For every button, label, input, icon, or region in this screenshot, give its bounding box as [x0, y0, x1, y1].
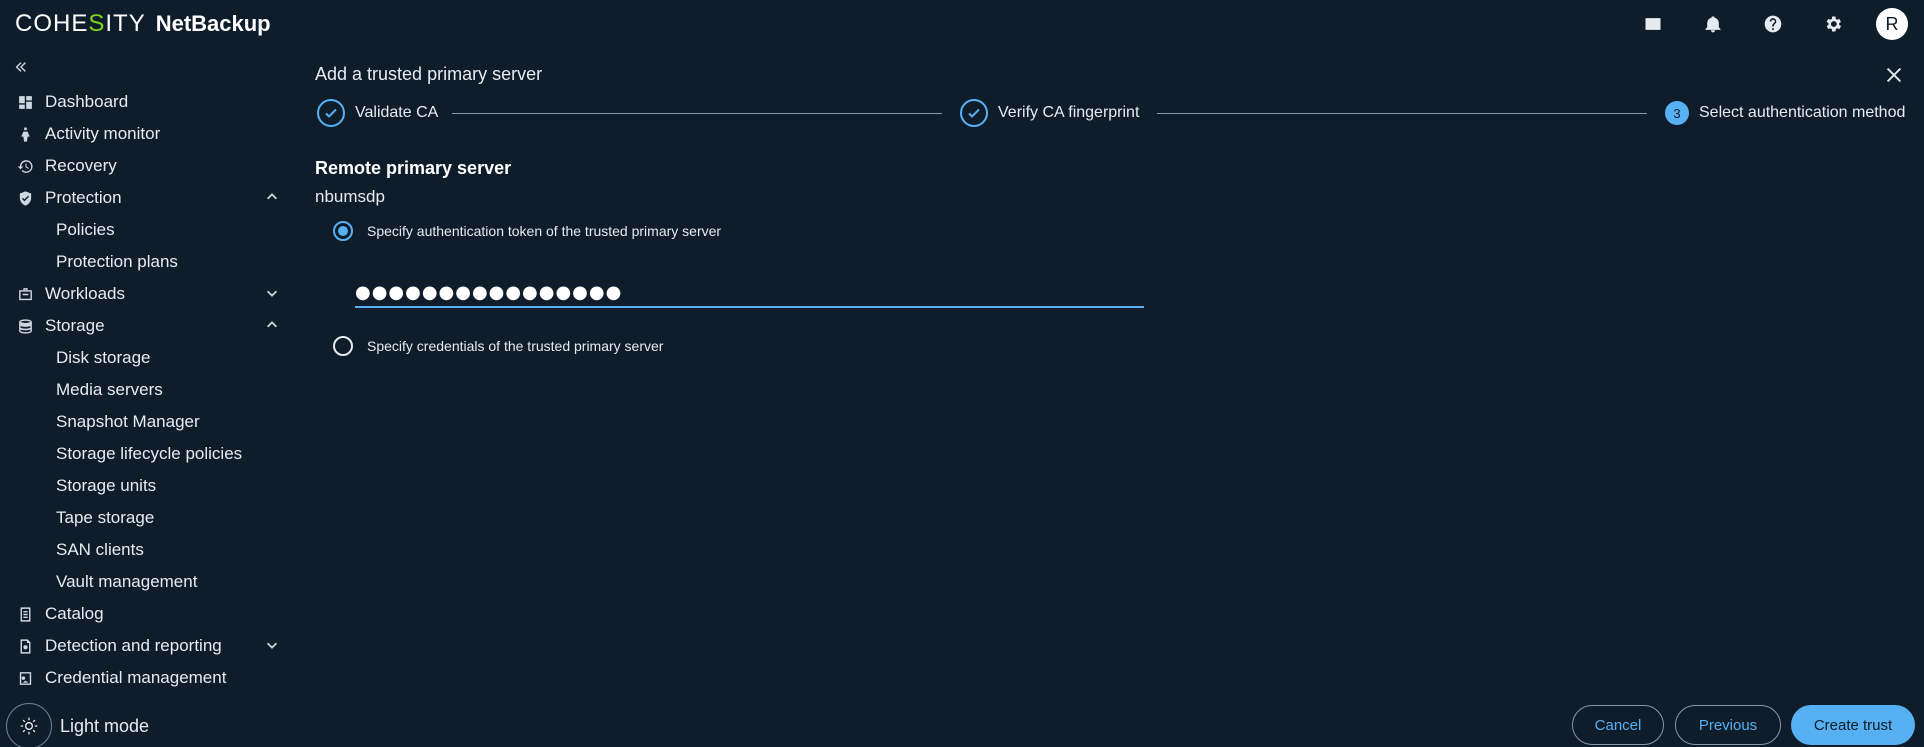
- light-mode-label: Light mode: [60, 715, 150, 736]
- sidebar-item-protection[interactable]: Protection: [0, 182, 300, 214]
- cohesity-logo[interactable]: COHESITY NetBackup: [15, 10, 271, 38]
- catalog-icon: [16, 605, 34, 623]
- top-bar: COHESITY NetBackup R: [0, 0, 1924, 48]
- step-connector: [452, 113, 942, 114]
- step-label-select-authentication-method: Select authentication method: [1699, 104, 1906, 121]
- radio-label: Specify authentication token of the trus…: [367, 223, 722, 239]
- vault-icon[interactable]: [1638, 9, 1668, 39]
- sidebar-item-recovery[interactable]: Recovery: [0, 150, 300, 182]
- chevron-up-icon[interactable]: [265, 190, 281, 206]
- sidebar-item-protection-plans[interactable]: Protection plans: [0, 246, 300, 278]
- step-label-verify-ca-fingerprint: Verify CA fingerprint: [998, 104, 1140, 121]
- sidebar-item-label: Storage: [45, 316, 105, 335]
- shield-icon: [16, 189, 34, 207]
- detection-icon: [16, 637, 34, 655]
- storage-icon: [16, 317, 34, 335]
- sidebar-item-label: Tape storage: [56, 508, 155, 527]
- sidebar-item-label: Policies: [56, 220, 115, 239]
- sun-icon: [6, 703, 52, 747]
- dashboard-icon: [16, 93, 34, 111]
- sidebar-item-label: Storage units: [56, 476, 157, 495]
- step-connector: [1157, 113, 1647, 114]
- sidebar-item-label: Dashboard: [45, 92, 129, 111]
- create-trust-button[interactable]: Create trust: [1791, 705, 1915, 745]
- recovery-icon: [16, 157, 34, 175]
- check-icon: [317, 99, 345, 127]
- bell-icon[interactable]: [1698, 9, 1728, 39]
- sidebar-item-label: Protection plans: [56, 252, 178, 271]
- sidebar-item-label: Media servers: [56, 380, 163, 399]
- avatar[interactable]: R: [1876, 8, 1908, 40]
- step-number-badge: 3: [1665, 101, 1689, 125]
- sidebar-item-label: Workloads: [45, 284, 125, 303]
- radio-button[interactable]: [333, 336, 353, 356]
- chevron-down-icon[interactable]: [265, 638, 281, 654]
- sidebar-item-snapshot-manager[interactable]: Snapshot Manager: [0, 406, 300, 438]
- sidebar-item-dashboard[interactable]: Dashboard: [0, 86, 300, 118]
- sidebar-item-workloads[interactable]: Workloads: [0, 278, 300, 310]
- light-mode-toggle[interactable]: Light mode: [6, 703, 149, 747]
- sidebar-item-media-servers[interactable]: Media servers: [0, 374, 300, 406]
- radio-label: Specify credentials of the trusted prima…: [367, 338, 664, 354]
- sidebar-item-activity-monitor[interactable]: Activity monitor: [0, 118, 300, 150]
- logo-product: NetBackup: [155, 11, 271, 36]
- step-label-validate-ca: Validate CA: [355, 104, 439, 121]
- sidebar-item-label: Catalog: [45, 604, 104, 623]
- sidebar-item-label: Snapshot Manager: [56, 412, 200, 431]
- previous-button[interactable]: Previous: [1675, 705, 1781, 745]
- sidebar-item-storage[interactable]: Storage: [0, 310, 300, 342]
- sidebar-item-label: Disk storage: [56, 348, 151, 367]
- collapse-sidebar-icon[interactable]: [14, 60, 34, 80]
- sidebar-item-label: Recovery: [45, 156, 117, 175]
- sidebar-item-storage-units[interactable]: Storage units: [0, 470, 300, 502]
- dialog-title: Add a trusted primary server: [315, 64, 543, 84]
- help-icon[interactable]: [1758, 9, 1788, 39]
- sidebar-item-label: Vault management: [56, 572, 198, 591]
- credentials-option[interactable]: Specify credentials of the trusted prima…: [333, 336, 663, 356]
- sidebar-item-label: SAN clients: [56, 540, 144, 559]
- sidebar-item-storage-lifecycle-policies[interactable]: Storage lifecycle policies: [0, 438, 300, 470]
- credential-icon: [16, 669, 34, 687]
- sidebar-item-tape-storage[interactable]: Tape storage: [0, 502, 300, 534]
- auth-token-option[interactable]: Specify authentication token of the trus…: [333, 221, 721, 241]
- logo-brand: COHESITY: [15, 10, 146, 37]
- sidebar-item-san-clients[interactable]: SAN clients: [0, 534, 300, 566]
- cancel-button[interactable]: Cancel: [1572, 705, 1664, 745]
- sidebar-item-policies[interactable]: Policies: [0, 214, 300, 246]
- sidebar-item-disk-storage[interactable]: Disk storage: [0, 342, 300, 374]
- sidebar-item-detection-and-reporting[interactable]: Detection and reporting: [0, 630, 300, 662]
- sidebar-item-catalog[interactable]: Catalog: [0, 598, 300, 630]
- sidebar-item-credential-management[interactable]: Credential management: [0, 662, 300, 694]
- wizard-stepper: Validate CA Verify CA fingerprint 3 Sele…: [315, 97, 1910, 129]
- sidebar-item-label: Protection: [45, 188, 122, 207]
- sidebar-item-label: Activity monitor: [45, 124, 161, 143]
- sidebar-item-vault-management[interactable]: Vault management: [0, 566, 300, 598]
- sidebar-item-label: Storage lifecycle policies: [56, 444, 243, 463]
- server-name: nbumsdp: [315, 187, 385, 206]
- auth-token-input[interactable]: [355, 278, 1144, 308]
- workloads-icon: [16, 285, 34, 303]
- check-icon: [960, 99, 988, 127]
- radio-button-checked[interactable]: [333, 221, 353, 241]
- close-icon[interactable]: [1883, 64, 1905, 86]
- activity-icon: [16, 125, 34, 143]
- sidebar: Dashboard Activity monitor Recovery Prot…: [0, 56, 300, 746]
- section-heading: Remote primary server: [315, 158, 512, 178]
- chevron-up-icon[interactable]: [265, 318, 281, 334]
- sidebar-item-label: Credential management: [45, 668, 227, 687]
- gear-icon[interactable]: [1818, 9, 1848, 39]
- sidebar-item-label: Detection and reporting: [45, 636, 222, 655]
- chevron-down-icon[interactable]: [265, 286, 281, 302]
